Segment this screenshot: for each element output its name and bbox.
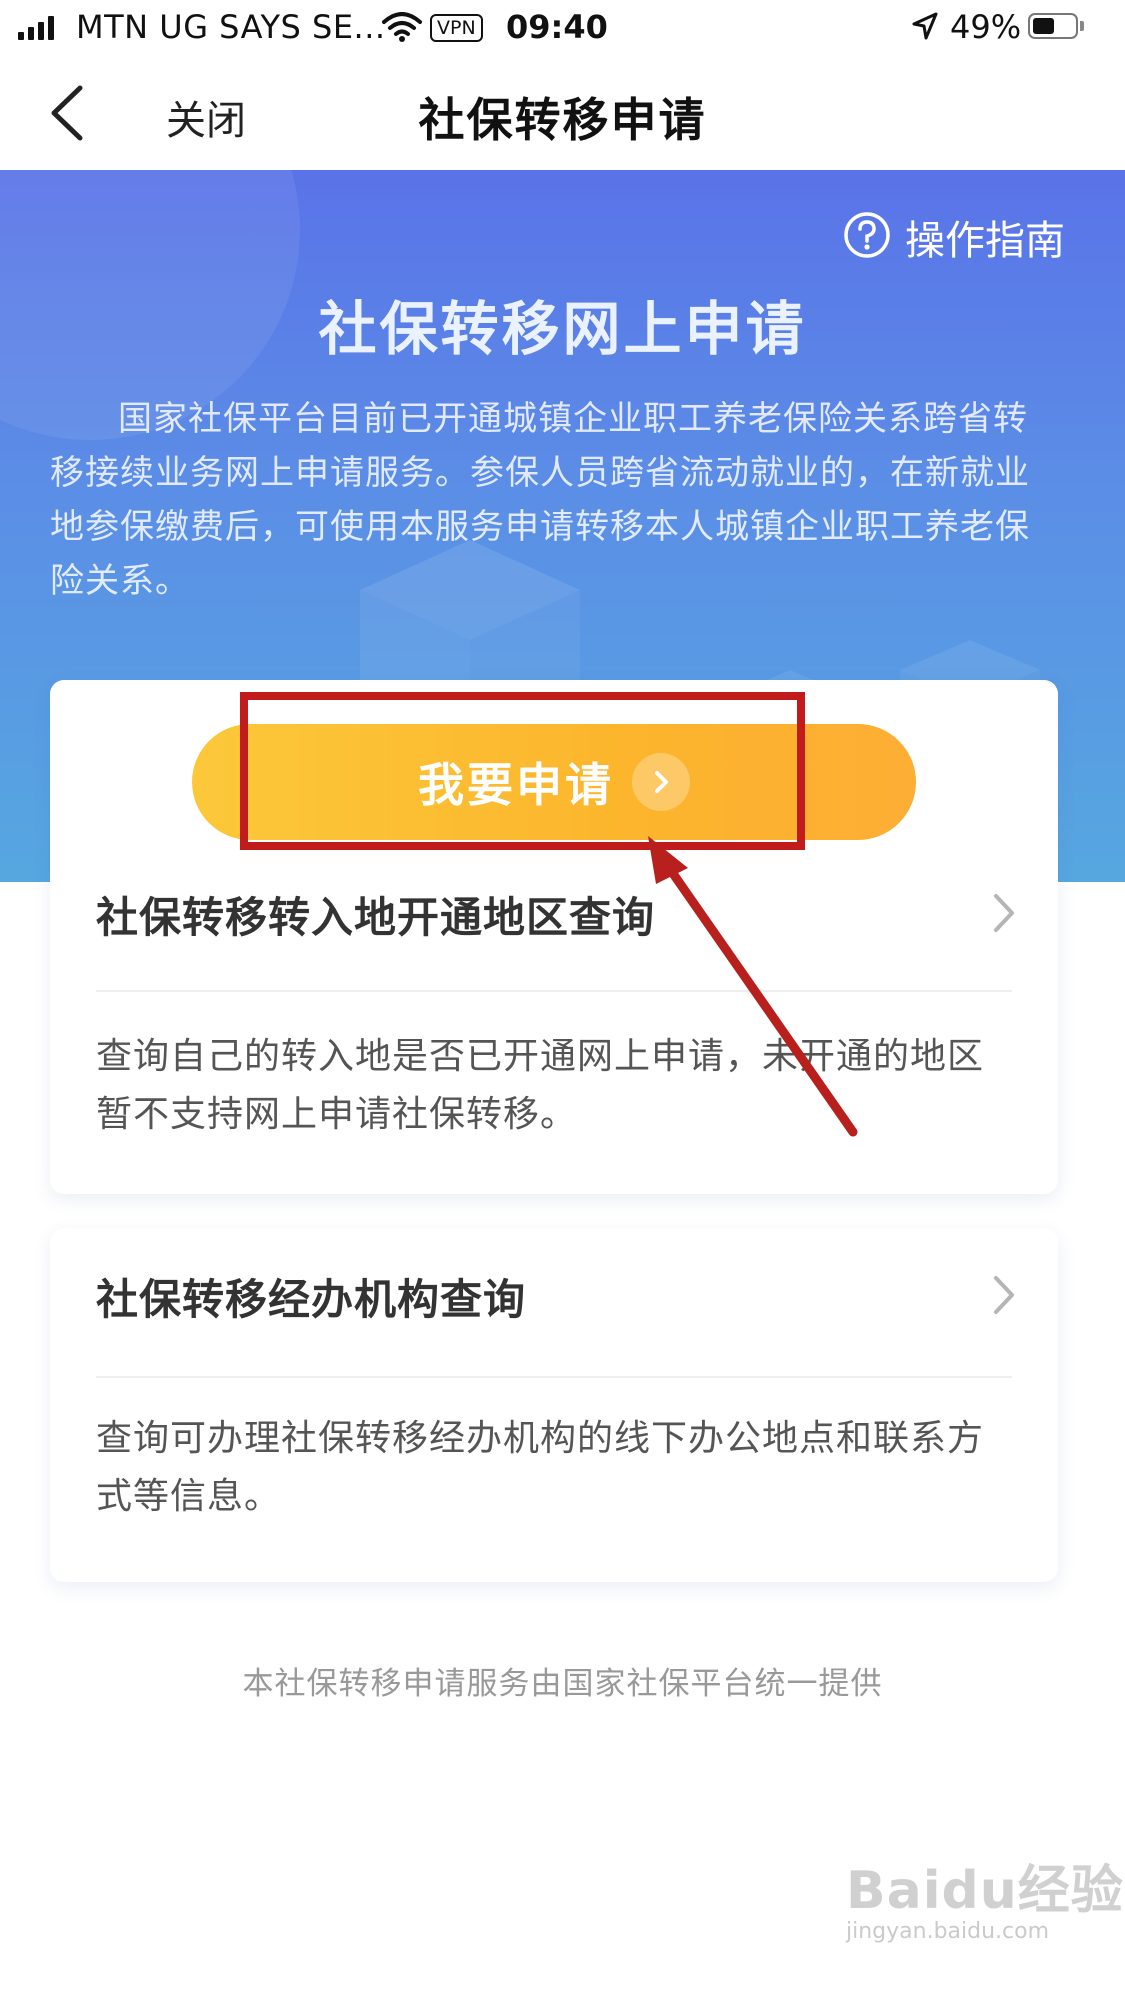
chevron-right-icon[interactable] xyxy=(992,892,1016,938)
signal-icon xyxy=(18,16,54,40)
watermark-logo: Baidu经验 xyxy=(846,1861,1124,1921)
status-bar: MTN UG SAYS SE... VPN 09:40 49% xyxy=(0,0,1125,58)
region-query-title[interactable]: 社保转移转入地开通地区查询 xyxy=(96,884,655,945)
agency-query-description: 查询可办理社保转移经办机构的线下办公地点和联系方式等信息。 xyxy=(96,1418,985,1517)
row-divider xyxy=(96,1376,1012,1378)
operation-guide-link[interactable]: 操作指南 xyxy=(843,208,1065,266)
operation-guide-label: 操作指南 xyxy=(905,218,1065,264)
hero-title: 社保转移网上申请 xyxy=(318,295,807,363)
hero-description: 国家社保平台目前已开通城镇企业职工养老保险关系跨省转移接续业务网上申请服务。参保… xyxy=(50,399,1030,601)
wifi-icon xyxy=(382,12,422,46)
agency-query-title[interactable]: 社保转移经办机构查询 xyxy=(96,1266,526,1327)
footer-note: 本社保转移申请服务由国家社保平台统一提供 xyxy=(242,1666,883,1702)
baidu-watermark: Baidu经验 jingyan.baidu.com xyxy=(846,1848,1124,1944)
question-circle-icon xyxy=(843,211,891,263)
battery-tip xyxy=(1080,21,1084,31)
carrier-name: MTN UG SAYS SE... xyxy=(76,8,386,46)
region-query-description: 查询自己的转入地是否已开通网上申请，未开通的地区暂不支持网上申请社保转移。 xyxy=(96,1036,985,1135)
battery-percent: 49% xyxy=(950,8,1022,46)
vpn-badge: VPN xyxy=(430,14,483,42)
annotation-highlight-box xyxy=(240,692,805,850)
row-divider xyxy=(96,990,1012,992)
location-arrow-icon xyxy=(912,12,938,44)
chevron-right-icon[interactable] xyxy=(992,1274,1016,1320)
navigation-bar: 关闭 社保转移申请 xyxy=(0,58,1125,170)
agency-query-card[interactable]: 社保转移经办机构查询 查询可办理社保转移经办机构的线下办公地点和联系方式等信息。 xyxy=(50,1228,1058,1582)
battery-icon xyxy=(1028,13,1078,39)
clock: 09:40 xyxy=(506,8,608,46)
page-title: 社保转移申请 xyxy=(418,93,707,147)
